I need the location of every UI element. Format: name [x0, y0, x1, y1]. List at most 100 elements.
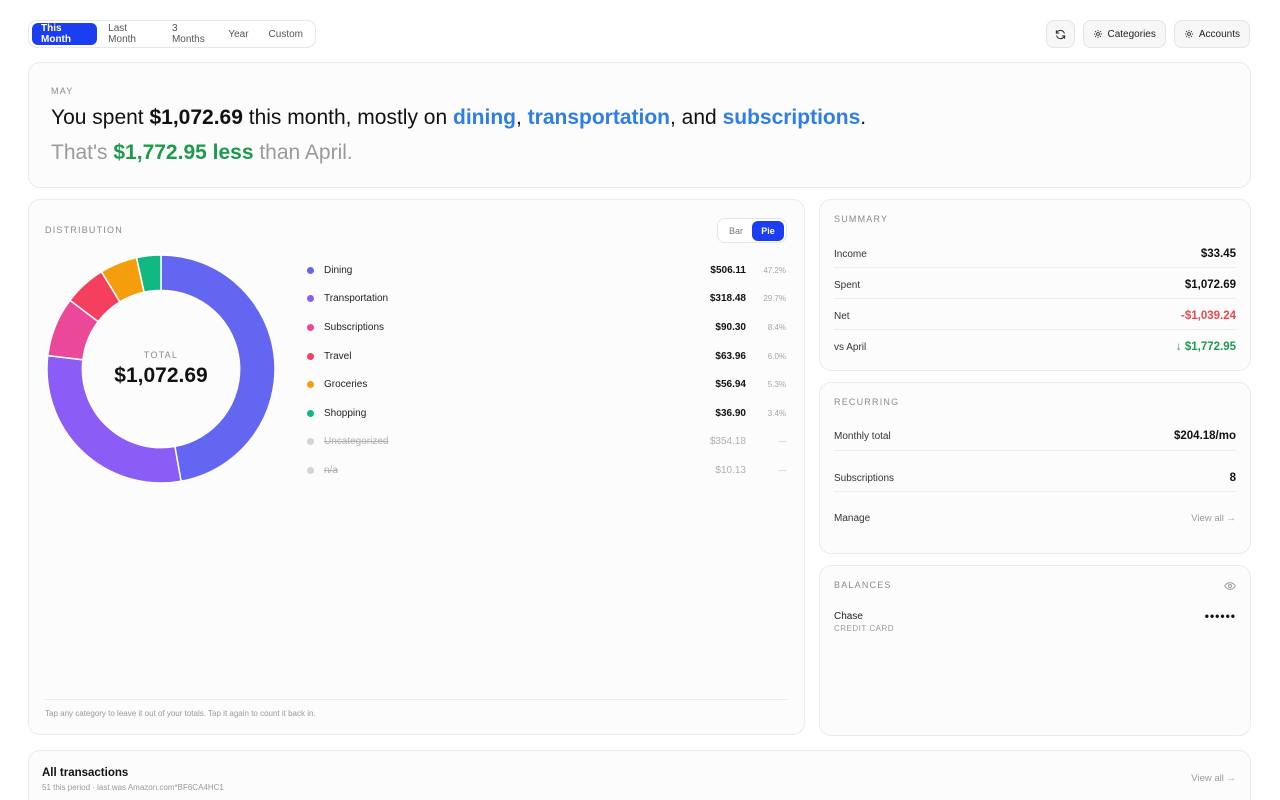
headline-separator: ,: [516, 106, 528, 129]
recurring-monthly-row: Monthly total $204.18/mo: [834, 430, 1236, 442]
summary-card: SUMMARY Income $33.45 Spent $1,072.69 Net -$1…: [819, 199, 1251, 371]
category-legend: Dining $506.11 47.2% Transportation $318.48 2…: [307, 256, 786, 485]
date-range-tabs: This Month Last Month 3 Months Year Cust…: [28, 20, 316, 48]
headline-amount: $1,072.69: [149, 106, 243, 129]
toggle-bar[interactable]: Bar: [720, 221, 752, 241]
toggle-pie[interactable]: Pie: [752, 220, 784, 241]
summary-label: Spent: [834, 279, 861, 291]
categories-label: Categories: [1107, 28, 1156, 40]
transactions-view-all-link[interactable]: View all →: [1191, 773, 1236, 784]
legend-percent: 8.4%: [767, 322, 786, 332]
legend-dot: [307, 381, 314, 389]
legend-amount: $506.11: [710, 264, 746, 276]
account-item-chase[interactable]: Chase CREDIT CARD ••••••: [834, 609, 1236, 635]
distribution-hint: Tap any category to leave it out of your…: [45, 709, 316, 718]
legend-item-shopping[interactable]: Shopping $36.90 3.4%: [307, 399, 786, 428]
eye-icon[interactable]: [1224, 581, 1236, 591]
legend-amount: $36.90: [715, 407, 746, 419]
tab-year[interactable]: Year: [219, 23, 257, 45]
distribution-title: DISTRIBUTION: [45, 225, 123, 235]
legend-label: Transportation: [324, 293, 389, 305]
legend-label: Uncategorized: [324, 436, 389, 448]
summary-label: Income: [834, 248, 867, 260]
headline-middle: this month, mostly on: [242, 106, 454, 129]
spending-headline: You spent $1,072.69 this month, mostly o…: [51, 106, 866, 130]
account-name: Chase: [834, 611, 863, 622]
legend-label: Travel: [324, 350, 352, 362]
recurring-title: RECURRING: [834, 397, 900, 407]
legend-amount: $354.18: [709, 436, 746, 448]
headline-end: .: [860, 106, 867, 129]
legend-label: n/a: [324, 464, 338, 476]
divider: [45, 699, 787, 700]
headline-category-subscriptions[interactable]: subscriptions: [723, 106, 861, 129]
legend-item-travel[interactable]: Travel $63.96 6.0%: [307, 342, 786, 371]
headline-category-dining[interactable]: dining: [453, 106, 516, 129]
legend-item-n-a[interactable]: n/a $10.13 —: [307, 456, 786, 485]
masked-balance: ••••••: [1204, 609, 1236, 623]
summary-label: vs April: [834, 341, 867, 353]
legend-percent: 29.7%: [763, 294, 786, 304]
summary-value: ↓ $1,772.95: [1175, 341, 1236, 353]
tab-custom[interactable]: Custom: [260, 23, 312, 45]
monthly-total-value: $204.18/mo: [1173, 430, 1236, 442]
monthly-total-label: Monthly total: [834, 430, 891, 442]
accounts-label: Accounts: [1198, 28, 1240, 40]
legend-dot: [307, 466, 314, 474]
legend-percent: —: [778, 465, 786, 475]
legend-item-uncategorized[interactable]: Uncategorized $354.18 —: [307, 428, 786, 457]
gear-icon: [1093, 29, 1102, 39]
recurring-manage-row: Manage View all →: [834, 513, 1236, 524]
compare-suffix: than April.: [253, 141, 353, 164]
divider: [834, 267, 1236, 268]
legend-percent: 47.2%: [763, 265, 786, 275]
summary-row-income: Income $33.45: [834, 248, 1236, 260]
tab-last-month[interactable]: Last Month: [99, 23, 161, 45]
transactions-title: All transactions: [42, 767, 129, 779]
summary-value: -$1,039.24: [1181, 310, 1236, 322]
transactions-subtitle: 51 this period · last was Amazon.com*BF6…: [42, 783, 224, 792]
legend-item-subscriptions[interactable]: Subscriptions $90.30 8.4%: [307, 313, 786, 342]
donut-center: TOTAL $1,072.69: [45, 253, 277, 485]
manage-label: Manage: [834, 513, 871, 524]
donut-total-value: $1,072.69: [114, 364, 208, 387]
divider: [834, 491, 1236, 492]
tab-3-months[interactable]: 3 Months: [163, 23, 217, 45]
legend-dot: [307, 438, 314, 446]
legend-label: Dining: [324, 264, 353, 276]
recurring-view-all-link[interactable]: View all →: [1191, 513, 1236, 524]
summary-value: $1,072.69: [1184, 279, 1236, 291]
legend-dot: [307, 352, 314, 360]
categories-button[interactable]: Categories: [1082, 20, 1166, 48]
headline-separator: , and: [670, 106, 723, 129]
top-actions: Categories Accounts: [1045, 20, 1250, 48]
balances-title: BALANCES: [834, 580, 892, 590]
legend-percent: 3.4%: [767, 408, 786, 418]
legend-item-transportation[interactable]: Transportation $318.48 29.7%: [307, 285, 786, 314]
summary-row-vs-april: vs April ↓ $1,772.95: [834, 341, 1236, 353]
legend-label: Shopping: [324, 407, 367, 419]
legend-item-groceries[interactable]: Groceries $56.94 5.3%: [307, 370, 786, 399]
legend-dot: [307, 409, 314, 417]
accounts-button[interactable]: Accounts: [1173, 20, 1250, 48]
legend-percent: 5.3%: [767, 380, 786, 390]
tab-this-month[interactable]: This Month: [32, 23, 98, 45]
recurring-subscriptions-row[interactable]: Subscriptions 8: [834, 472, 1236, 484]
subscriptions-label: Subscriptions: [834, 472, 895, 484]
month-label: MAY: [51, 86, 74, 96]
headline-category-transportation[interactable]: transportation: [528, 106, 670, 129]
legend-dot: [307, 323, 314, 331]
legend-dot: [307, 295, 314, 303]
legend-amount: $56.94: [715, 379, 746, 391]
legend-percent: —: [778, 437, 786, 447]
legend-percent: 6.0%: [767, 351, 786, 361]
divider: [834, 450, 1236, 451]
legend-amount: $63.96: [715, 350, 746, 362]
summary-label: Net: [834, 310, 850, 322]
headline-prefix: You spent: [51, 106, 150, 129]
legend-amount: $318.48: [709, 293, 746, 305]
refresh-button[interactable]: [1045, 20, 1075, 48]
chart-type-toggle: Bar Pie: [717, 218, 787, 243]
legend-item-dining[interactable]: Dining $506.11 47.2%: [307, 256, 786, 285]
account-type: CREDIT CARD: [834, 624, 895, 633]
